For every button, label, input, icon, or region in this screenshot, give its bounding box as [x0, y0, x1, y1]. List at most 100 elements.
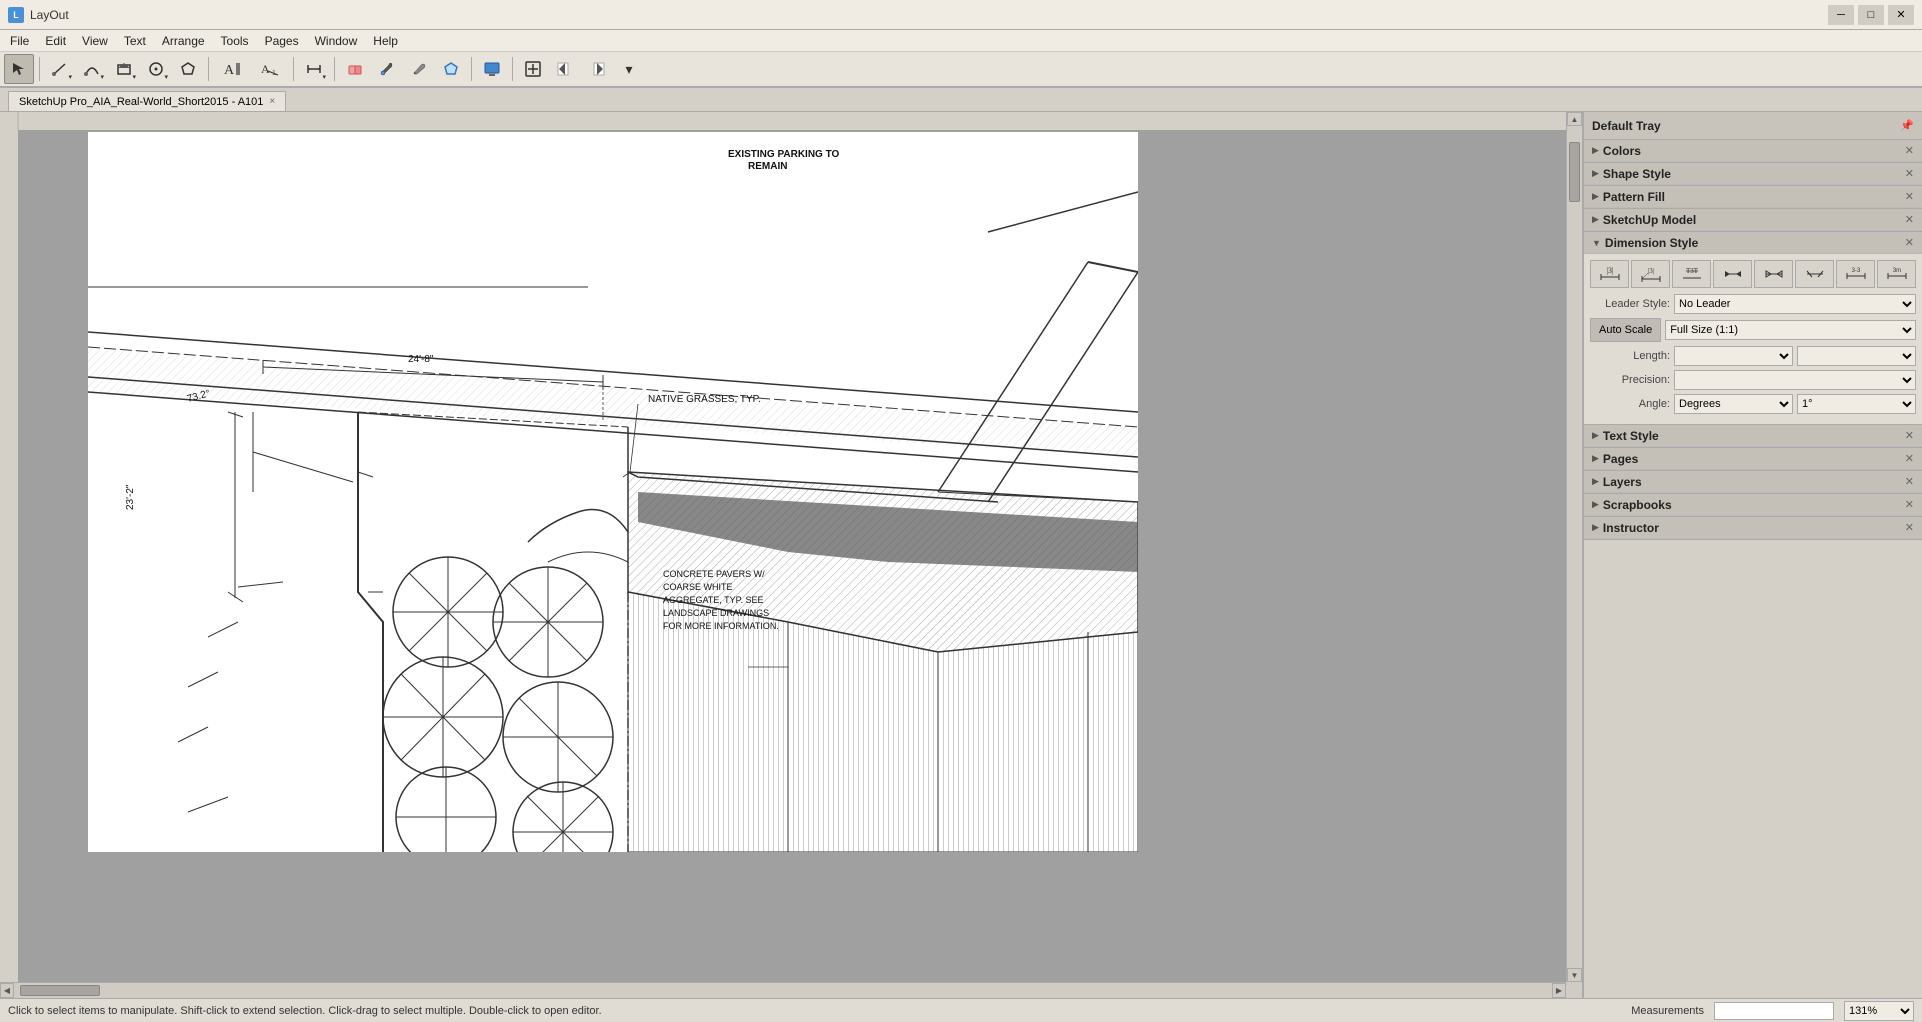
tab-close-button[interactable]: ×: [269, 96, 275, 107]
colors-close-button[interactable]: ✕: [1905, 144, 1914, 157]
horizontal-scrollbar[interactable]: ◀ ▶: [0, 982, 1566, 998]
dim-type-2-button[interactable]: |3|: [1631, 260, 1670, 288]
sketchup-model-close-button[interactable]: ✕: [1905, 213, 1914, 226]
zoom-select[interactable]: 131% 100% 75% 50% 150% 200%: [1844, 1001, 1914, 1021]
scroll-thumb-horizontal[interactable]: [20, 985, 100, 996]
length-unit-select[interactable]: [1797, 346, 1916, 366]
text-tool-button[interactable]: A: [214, 54, 250, 84]
svg-text:REMAIN: REMAIN: [748, 161, 787, 172]
dim-type-3-button[interactable]: T3T: [1672, 260, 1711, 288]
page-next-button[interactable]: [582, 54, 612, 84]
panel-pin-button[interactable]: 📌: [1900, 119, 1914, 132]
dim-format-2-button[interactable]: 3m: [1877, 260, 1916, 288]
scroll-up-button[interactable]: ▲: [1567, 112, 1582, 126]
vertical-scrollbar[interactable]: ▲ ▼: [1566, 112, 1582, 982]
angle-precision-select[interactable]: 1° 0.1° 0.01°: [1797, 394, 1916, 414]
pattern-fill-header[interactable]: ▶ Pattern Fill ✕: [1584, 186, 1922, 208]
scroll-left-button[interactable]: ◀: [0, 983, 14, 998]
erase-tool-button[interactable]: [340, 54, 370, 84]
dim-arrow-2-button[interactable]: [1754, 260, 1793, 288]
more-tools-button[interactable]: ▾: [614, 54, 644, 84]
svg-text:AGGREGATE, TYP. SEE: AGGREGATE, TYP. SEE: [663, 595, 764, 605]
document-tab[interactable]: SketchUp Pro_AIA_Real-World_Short2015 - …: [8, 91, 286, 111]
arc-tool-button[interactable]: [77, 54, 107, 84]
scroll-thumb-vertical[interactable]: [1569, 142, 1580, 202]
text-style-close-button[interactable]: ✕: [1905, 429, 1914, 442]
eyedropper-tool-button[interactable]: [372, 54, 402, 84]
dimension-tool-button[interactable]: [299, 54, 329, 84]
full-size-select[interactable]: Full Size (1:1) Half Size (1:2) Quarter …: [1665, 320, 1916, 340]
pages-label: Pages: [1603, 452, 1905, 466]
line-tool-button[interactable]: [45, 54, 75, 84]
text-style-header[interactable]: ▶ Text Style ✕: [1584, 425, 1922, 447]
scroll-right-button[interactable]: ▶: [1552, 983, 1566, 998]
dim-arrow-3-button[interactable]: [1795, 260, 1834, 288]
dim-arrow-1-button[interactable]: [1713, 260, 1752, 288]
dimension-style-section: ▼ Dimension Style ✕ |3|: [1584, 232, 1922, 425]
length-select[interactable]: [1674, 346, 1793, 366]
layers-close-button[interactable]: ✕: [1905, 475, 1914, 488]
precision-select[interactable]: [1674, 370, 1916, 390]
svg-text:|3|: |3|: [1647, 267, 1653, 275]
scroll-down-button[interactable]: ▼: [1567, 968, 1582, 982]
instructor-header[interactable]: ▶ Instructor ✕: [1584, 517, 1922, 539]
minimize-button[interactable]: ─: [1828, 5, 1854, 25]
svg-text:CONCRETE PAVERS W/: CONCRETE PAVERS W/: [663, 569, 765, 579]
shape-style-close-button[interactable]: ✕: [1905, 167, 1914, 180]
instructor-expand-icon: ▶: [1592, 522, 1599, 533]
instructor-close-button[interactable]: ✕: [1905, 521, 1914, 534]
shape-tool-button[interactable]: [109, 54, 139, 84]
svg-text:T3T: T3T: [1685, 267, 1698, 275]
dimension-style-label: Dimension Style: [1605, 236, 1905, 250]
canvas-area[interactable]: /* ticks rendered via loop below */: [0, 112, 1582, 998]
menu-pages[interactable]: Pages: [257, 32, 307, 50]
pattern-fill-section: ▶ Pattern Fill ✕: [1584, 186, 1922, 209]
menu-file[interactable]: File: [2, 32, 37, 50]
menu-tools[interactable]: Tools: [213, 32, 257, 50]
toolbar-separator-3: [293, 57, 294, 81]
screen-tool-button[interactable]: [477, 54, 507, 84]
text-style-section: ▶ Text Style ✕: [1584, 425, 1922, 448]
instructor-section: ▶ Instructor ✕: [1584, 517, 1922, 540]
leader-style-select[interactable]: No Leader Single Line Double Line: [1674, 294, 1916, 314]
clip-tool-button[interactable]: [436, 54, 466, 84]
auto-scale-button[interactable]: Auto Scale: [1590, 318, 1661, 342]
menu-text[interactable]: Text: [116, 32, 154, 50]
scrapbooks-header[interactable]: ▶ Scrapbooks ✕: [1584, 494, 1922, 516]
dimension-style-header[interactable]: ▼ Dimension Style ✕: [1584, 232, 1922, 254]
scrapbooks-section: ▶ Scrapbooks ✕: [1584, 494, 1922, 517]
title-bar: L LayOut ─ □ ✕: [0, 0, 1922, 30]
pages-header[interactable]: ▶ Pages ✕: [1584, 448, 1922, 470]
polygon-tool-button[interactable]: [173, 54, 203, 84]
toolbar: A A1: [0, 52, 1922, 88]
colors-section: ▶ Colors ✕: [1584, 140, 1922, 163]
menu-help[interactable]: Help: [365, 32, 406, 50]
paint-tool-button[interactable]: [404, 54, 434, 84]
shape-style-header[interactable]: ▶ Shape Style ✕: [1584, 163, 1922, 185]
colors-header[interactable]: ▶ Colors ✕: [1584, 140, 1922, 162]
dim-type-1-button[interactable]: |3|: [1590, 260, 1629, 288]
menu-window[interactable]: Window: [307, 32, 366, 50]
select-tool-button[interactable]: [4, 54, 34, 84]
circle-tool-button[interactable]: [141, 54, 171, 84]
insert-image-button[interactable]: [518, 54, 548, 84]
menu-arrange[interactable]: Arrange: [154, 32, 213, 50]
menu-view[interactable]: View: [74, 32, 116, 50]
page-prev-button[interactable]: [550, 54, 580, 84]
label-tool-button[interactable]: A1: [252, 54, 288, 84]
angle-select[interactable]: Degrees Radians: [1674, 394, 1793, 414]
menu-edit[interactable]: Edit: [37, 32, 74, 50]
maximize-button[interactable]: □: [1858, 5, 1884, 25]
window-controls: ─ □ ✕: [1828, 5, 1914, 25]
close-button[interactable]: ✕: [1888, 5, 1914, 25]
scrapbooks-close-button[interactable]: ✕: [1905, 498, 1914, 511]
layers-header[interactable]: ▶ Layers ✕: [1584, 471, 1922, 493]
measurements-input[interactable]: [1714, 1002, 1834, 1020]
pattern-fill-close-button[interactable]: ✕: [1905, 190, 1914, 203]
dimension-style-close-button[interactable]: ✕: [1905, 236, 1914, 249]
dim-format-1-button[interactable]: 3-3: [1836, 260, 1875, 288]
pages-close-button[interactable]: ✕: [1905, 452, 1914, 465]
panel-header: Default Tray 📌: [1584, 112, 1922, 140]
sketchup-model-header[interactable]: ▶ SketchUp Model ✕: [1584, 209, 1922, 231]
leader-style-label: Leader Style:: [1590, 298, 1670, 310]
